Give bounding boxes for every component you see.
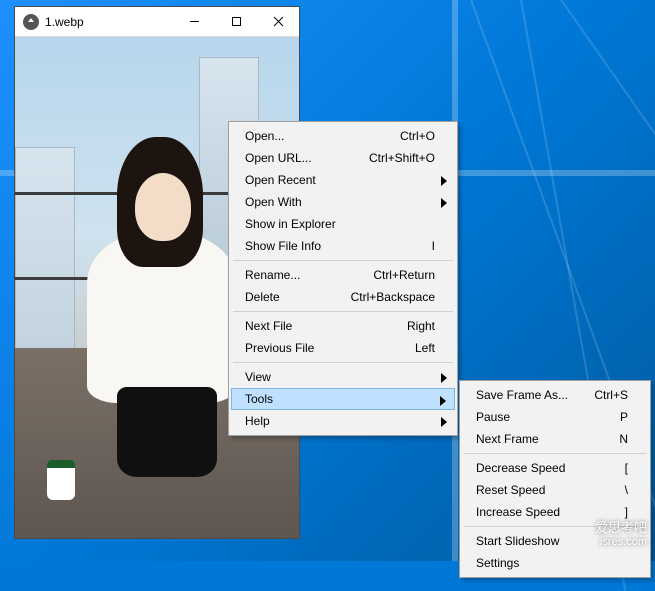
window-title: 1.webp xyxy=(45,15,173,29)
menu-label: View xyxy=(245,370,435,384)
menu-separator xyxy=(464,526,646,527)
menu-label: Help xyxy=(245,414,435,428)
menu-label: Increase Speed xyxy=(476,505,607,519)
menu-shortcut: \ xyxy=(625,483,628,497)
tools-submenu: Save Frame As... Ctrl+S Pause P Next Fra… xyxy=(459,380,651,578)
menu-item-previous-file[interactable]: Previous File Left xyxy=(231,337,455,359)
menu-item-show-explorer[interactable]: Show in Explorer xyxy=(231,213,455,235)
menu-separator xyxy=(464,453,646,454)
menu-item-show-info[interactable]: Show File Info I xyxy=(231,235,455,257)
submenu-item-next-frame[interactable]: Next Frame N xyxy=(462,428,648,450)
chevron-right-icon xyxy=(441,372,447,386)
titlebar[interactable]: 1.webp xyxy=(15,7,299,37)
menu-label: Reset Speed xyxy=(476,483,607,497)
menu-label: Delete xyxy=(245,290,333,304)
menu-shortcut: Ctrl+Shift+O xyxy=(369,151,435,165)
menu-shortcut: Ctrl+S xyxy=(594,388,628,402)
menu-label: Start Slideshow xyxy=(476,534,628,548)
submenu-item-increase-speed[interactable]: Increase Speed ] xyxy=(462,501,648,523)
submenu-item-pause[interactable]: Pause P xyxy=(462,406,648,428)
menu-label: Show in Explorer xyxy=(245,217,435,231)
menu-item-open[interactable]: Open... Ctrl+O xyxy=(231,125,455,147)
menu-label: Next Frame xyxy=(476,432,601,446)
menu-label: Next File xyxy=(245,319,389,333)
menu-label: Settings xyxy=(476,556,628,570)
menu-shortcut: I xyxy=(432,239,435,253)
menu-shortcut: [ xyxy=(625,461,628,475)
context-menu: Open... Ctrl+O Open URL... Ctrl+Shift+O … xyxy=(228,121,458,436)
submenu-item-decrease-speed[interactable]: Decrease Speed [ xyxy=(462,457,648,479)
menu-shortcut: Ctrl+O xyxy=(400,129,435,143)
menu-label: Pause xyxy=(476,410,602,424)
menu-item-view[interactable]: View xyxy=(231,366,455,388)
submenu-item-settings[interactable]: Settings xyxy=(462,552,648,574)
menu-item-open-with[interactable]: Open With xyxy=(231,191,455,213)
submenu-item-start-slideshow[interactable]: Start Slideshow xyxy=(462,530,648,552)
menu-shortcut: Ctrl+Backspace xyxy=(351,290,435,304)
submenu-item-reset-speed[interactable]: Reset Speed \ xyxy=(462,479,648,501)
menu-item-open-url[interactable]: Open URL... Ctrl+Shift+O xyxy=(231,147,455,169)
menu-label: Tools xyxy=(245,392,435,406)
menu-separator xyxy=(233,311,453,312)
menu-shortcut: ] xyxy=(625,505,628,519)
chevron-right-icon xyxy=(440,395,446,409)
chevron-right-icon xyxy=(441,197,447,211)
menu-label: Rename... xyxy=(245,268,355,282)
menu-label: Open Recent xyxy=(245,173,435,187)
menu-label: Show File Info xyxy=(245,239,414,253)
menu-shortcut: Right xyxy=(407,319,435,333)
menu-shortcut: P xyxy=(620,410,628,424)
menu-shortcut: N xyxy=(619,432,628,446)
menu-label: Open... xyxy=(245,129,382,143)
maximize-button[interactable] xyxy=(215,7,257,37)
menu-item-next-file[interactable]: Next File Right xyxy=(231,315,455,337)
chevron-right-icon xyxy=(441,175,447,189)
chevron-right-icon xyxy=(441,416,447,430)
menu-item-tools[interactable]: Tools xyxy=(231,388,455,410)
menu-item-delete[interactable]: Delete Ctrl+Backspace xyxy=(231,286,455,308)
close-button[interactable] xyxy=(257,7,299,37)
menu-label: Save Frame As... xyxy=(476,388,576,402)
menu-item-open-recent[interactable]: Open Recent xyxy=(231,169,455,191)
menu-item-help[interactable]: Help xyxy=(231,410,455,432)
menu-label: Previous File xyxy=(245,341,397,355)
app-icon xyxy=(23,14,39,30)
menu-separator xyxy=(233,260,453,261)
menu-label: Open With xyxy=(245,195,435,209)
menu-separator xyxy=(233,362,453,363)
menu-shortcut: Left xyxy=(415,341,435,355)
menu-label: Open URL... xyxy=(245,151,351,165)
menu-label: Decrease Speed xyxy=(476,461,607,475)
minimize-button[interactable] xyxy=(173,7,215,37)
submenu-item-save-frame[interactable]: Save Frame As... Ctrl+S xyxy=(462,384,648,406)
menu-shortcut: Ctrl+Return xyxy=(373,268,435,282)
menu-item-rename[interactable]: Rename... Ctrl+Return xyxy=(231,264,455,286)
